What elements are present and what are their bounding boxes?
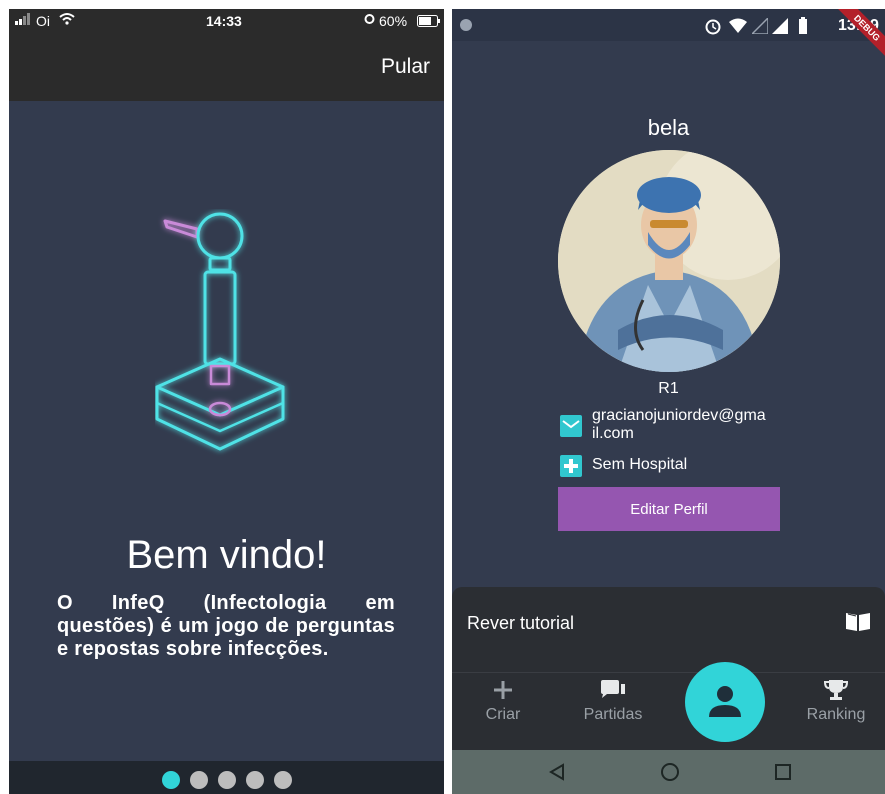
alarm-icon (704, 17, 722, 40)
joystick-illustration (155, 209, 295, 494)
profile-hospital: Sem Hospital (592, 456, 688, 473)
page-dot[interactable] (274, 771, 292, 789)
battery-icon (417, 14, 441, 30)
page-dot[interactable] (246, 771, 264, 789)
notification-dot-icon (460, 19, 472, 31)
status-bar: Oi 14:33 60% (9, 9, 444, 33)
carrier-name: Oi (36, 13, 50, 29)
nav-matches[interactable]: Partidas (576, 679, 650, 724)
email-line-1: gracianojuniordev@gma (592, 407, 766, 424)
profile-rank: R1 (658, 380, 679, 397)
profile-name: bela (647, 115, 690, 140)
trophy-icon (823, 680, 849, 700)
welcome-description: O InfeQ (Infectologia em questões) é um … (57, 592, 395, 660)
nav-ranking-label: Ranking (806, 706, 866, 723)
nav-create-label: Criar (485, 706, 521, 723)
signal-icon (15, 12, 33, 28)
welcome-screen: Oi 14:33 60% Pular Bem vindo! O InfeQ (I… (9, 9, 444, 794)
battery-icon (798, 17, 808, 40)
nav-matches-label: Partidas (583, 706, 643, 723)
plus-icon (494, 681, 512, 699)
profile-screen: 13:29 DEBUG bela R1 gracianojuniordev@gm… (452, 9, 885, 794)
wifi-icon (59, 12, 75, 28)
nav-create[interactable]: Criar (478, 679, 528, 724)
review-tutorial-label[interactable]: Rever tutorial (467, 613, 574, 634)
tutorial-sheet[interactable]: Rever tutorial (452, 587, 885, 672)
battery-percent: 60% (379, 13, 408, 29)
avatar[interactable] (558, 150, 780, 372)
signal-icon (772, 18, 788, 39)
page-dot[interactable] (218, 771, 236, 789)
profile-fab-button[interactable] (685, 662, 765, 742)
alarm-icon (363, 12, 376, 28)
bottom-navigation: Criar Partidas Ranking (452, 672, 885, 751)
status-time: 14:33 (206, 13, 242, 29)
home-icon[interactable] (660, 762, 680, 787)
email-line-2: il.com (592, 425, 634, 442)
email-icon (560, 415, 582, 437)
page-dot-active[interactable] (162, 771, 180, 789)
chat-icon (601, 680, 625, 698)
wifi-icon (729, 18, 747, 39)
app-bar: Pular (9, 33, 444, 101)
edit-profile-button[interactable]: Editar Perfil (558, 487, 780, 531)
system-navigation (452, 750, 885, 794)
signal-empty-icon (750, 16, 769, 39)
status-bar: 13:29 DEBUG (452, 9, 885, 62)
nav-ranking[interactable]: Ranking (800, 679, 872, 724)
back-icon[interactable] (548, 763, 566, 786)
page-dot[interactable] (190, 771, 208, 789)
book-icon[interactable] (844, 611, 872, 638)
page-indicator (9, 761, 444, 794)
welcome-title: Bem vindo! (126, 533, 327, 577)
profile-email: gracianojuniordev@gma il.com (592, 407, 766, 443)
skip-button[interactable]: Pular (381, 55, 430, 79)
person-icon (709, 685, 741, 717)
recents-icon[interactable] (774, 763, 792, 786)
hospital-icon (560, 455, 582, 477)
